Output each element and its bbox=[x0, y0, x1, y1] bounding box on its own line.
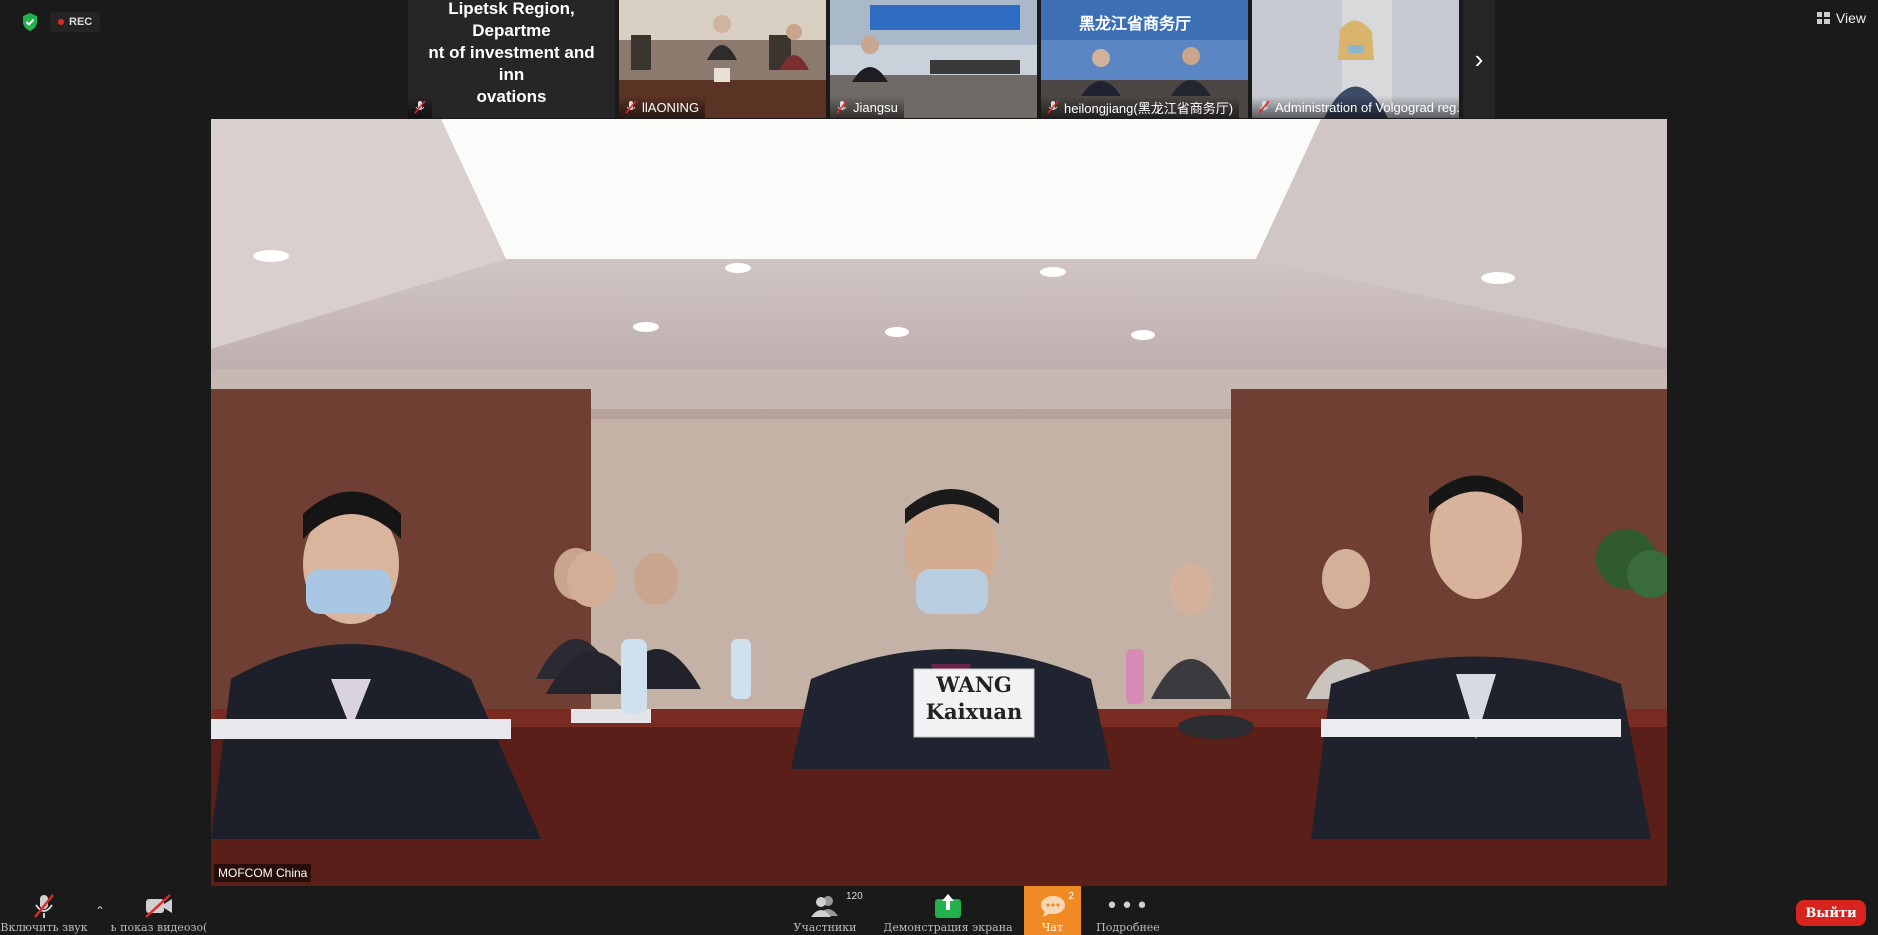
participant-caption: Jiangsu bbox=[830, 96, 904, 118]
meeting-toolbar: Включить звук ⌃ ь показ видеозо( 120 Уча… bbox=[0, 886, 1878, 935]
agency-banner: 黑龙江省商务厅 bbox=[1079, 14, 1192, 33]
participant-filmstrip: Lipetsk Region, Departme nt of investmen… bbox=[408, 0, 1495, 118]
participant-caption: llAONING bbox=[619, 96, 706, 118]
share-screen-label: Демонстрация экрана bbox=[883, 921, 1013, 934]
participants-count: 120 bbox=[846, 891, 863, 902]
recording-label: REC bbox=[69, 16, 93, 28]
participant-caption: heilongjiang(黑龙江省商务厅) bbox=[1041, 96, 1240, 118]
nameplate-line2: Kaixuan bbox=[925, 699, 1023, 724]
unmute-label: Включить звук bbox=[0, 921, 88, 934]
meeting-status: REC bbox=[20, 12, 101, 32]
participant-name: Jiangsu bbox=[853, 99, 898, 115]
gallery-grid-icon bbox=[1816, 12, 1830, 24]
chat-badge: 2 bbox=[1068, 891, 1075, 902]
chat-button[interactable]: 2 Чат bbox=[1024, 886, 1081, 935]
participant-name: heilongjiang(黑龙江省商务厅) bbox=[1064, 100, 1234, 116]
recording-dot-icon bbox=[58, 19, 64, 25]
more-button[interactable]: ••• Подробнее bbox=[1095, 886, 1161, 935]
muted-mic-icon bbox=[1258, 100, 1270, 114]
participant-tile[interactable]: Administration of Volgograd reg... bbox=[1252, 0, 1459, 118]
muted-mic-icon bbox=[1047, 100, 1059, 114]
conference-room-scene bbox=[211, 119, 1667, 886]
participants-button[interactable]: 120 Участники bbox=[790, 886, 863, 935]
participant-display-name: Lipetsk Region, Departme nt of investmen… bbox=[428, 0, 595, 106]
share-screen-button[interactable]: Демонстрация экрана bbox=[883, 886, 1013, 935]
muted-mic-icon bbox=[34, 894, 54, 918]
participant-tile[interactable]: 黑龙江省商务厅 heilongjiang(黑龙江省商务厅) bbox=[1041, 0, 1248, 118]
participants-icon bbox=[811, 896, 838, 917]
nameplate-line1: WANG bbox=[936, 672, 1012, 697]
participants-label: Участники bbox=[793, 921, 857, 934]
participant-tile[interactable]: Lipetsk Region, Departme nt of investmen… bbox=[408, 0, 615, 118]
unmute-button[interactable]: Включить звук bbox=[0, 886, 88, 935]
start-video-button[interactable]: ь показ видеозо( bbox=[108, 886, 210, 935]
more-dots-icon: ••• bbox=[1105, 893, 1151, 919]
participant-name: Administration of Volgograd reg... bbox=[1275, 99, 1459, 115]
participant-tile[interactable]: Jiangsu bbox=[830, 0, 1037, 118]
encryption-shield-icon[interactable] bbox=[20, 12, 40, 32]
active-speaker-video[interactable]: WANG Kaixuan MOFCOM China bbox=[211, 119, 1667, 886]
muted-mic-icon bbox=[625, 100, 637, 114]
participant-caption: Administration of Volgograd reg... bbox=[1252, 96, 1459, 118]
share-screen-icon bbox=[935, 894, 961, 918]
more-label: Подробнее bbox=[1096, 921, 1160, 934]
chat-bubble-icon bbox=[1040, 896, 1065, 917]
view-button[interactable]: View bbox=[1816, 10, 1866, 26]
participant-name: llAONING bbox=[642, 99, 700, 115]
filmstrip-next-button[interactable]: › bbox=[1463, 0, 1495, 118]
view-label: View bbox=[1835, 10, 1866, 26]
muted-mic-icon bbox=[836, 100, 848, 114]
chevron-right-icon: › bbox=[1474, 43, 1484, 74]
chat-label: Чат bbox=[1041, 921, 1064, 934]
video-off-icon bbox=[145, 894, 172, 918]
speaker-name: MOFCOM China bbox=[214, 864, 312, 882]
chevron-up-icon: ⌃ bbox=[95, 904, 106, 918]
muted-mic-icon bbox=[414, 100, 426, 114]
audio-options-caret[interactable]: ⌃ bbox=[95, 904, 109, 918]
nameplate: WANG Kaixuan bbox=[914, 671, 1034, 725]
participant-tile[interactable]: llAONING bbox=[619, 0, 826, 118]
recording-indicator[interactable]: REC bbox=[50, 12, 101, 32]
leave-meeting-button[interactable]: Выйти bbox=[1796, 900, 1866, 926]
participant-caption bbox=[408, 96, 432, 118]
start-video-label: ь показ видеозо( bbox=[110, 921, 208, 934]
